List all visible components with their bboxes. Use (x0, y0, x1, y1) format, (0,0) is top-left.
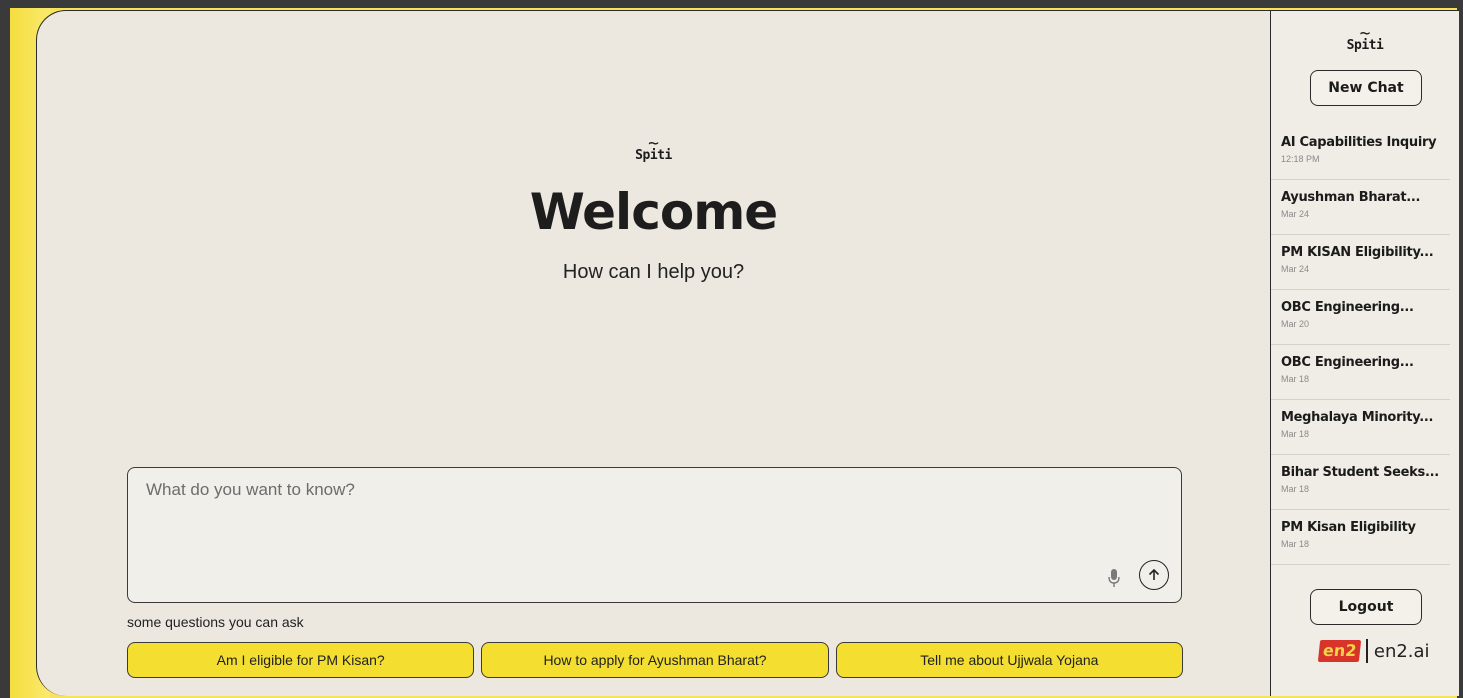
en2-brand[interactable]: en2 en2.ai (1317, 639, 1430, 663)
chat-history-list: AI Capabilities Inquiry 12:18 PM Ayushma… (1271, 125, 1459, 565)
chat-history-item[interactable]: AI Capabilities Inquiry 12:18 PM (1271, 125, 1450, 180)
logo-word: Spiti (1346, 38, 1384, 53)
chat-history-item[interactable]: Ayushman Bharat... Mar 24 (1271, 180, 1450, 235)
main-panel: ~ Spiti Welcome How can I help you? What… (36, 10, 1270, 696)
chat-title: OBC Engineering... (1281, 355, 1414, 370)
chat-history-item[interactable]: PM Kisan Eligibility Mar 18 (1271, 510, 1450, 565)
en2-link-text: en2.ai (1373, 640, 1430, 662)
chat-history-item[interactable]: OBC Engineering... Mar 20 (1271, 290, 1450, 345)
chat-date: Mar 24 (1281, 264, 1310, 274)
brand-logo: ~ Spiti (37, 135, 1270, 163)
chat-title: Bihar Student Seeks... (1281, 465, 1439, 480)
chat-date: Mar 24 (1281, 209, 1310, 219)
arrow-up-icon (1148, 568, 1160, 580)
chat-date: 12:18 PM (1281, 154, 1320, 164)
chat-date: Mar 18 (1281, 539, 1310, 549)
page-title: Welcome (529, 183, 778, 241)
spiti-logo: ~ Spiti (635, 135, 672, 163)
spiti-logo: ~ Spiti (1346, 25, 1384, 53)
chat-title: PM KISAN Eligibility... (1281, 245, 1434, 260)
page-subtitle: How can I help you? (562, 261, 745, 283)
chat-title: OBC Engineering... (1281, 300, 1414, 315)
chat-title: PM Kisan Eligibility (1281, 520, 1416, 535)
suggestions-hint: some questions you can ask (127, 614, 304, 630)
suggestion-button[interactable]: How to apply for Ayushman Bharat? (481, 642, 829, 678)
new-chat-button[interactable]: New Chat (1310, 70, 1422, 106)
chat-date: Mar 18 (1281, 484, 1310, 494)
chat-title: AI Capabilities Inquiry (1281, 135, 1437, 150)
suggestion-row: Am I eligible for PM Kisan? How to apply… (127, 642, 1183, 678)
chat-history-item[interactable]: OBC Engineering... Mar 18 (1271, 345, 1450, 400)
chat-history-item[interactable]: Bihar Student Seeks... Mar 18 (1271, 455, 1450, 510)
chat-title: Meghalaya Minority... (1281, 410, 1434, 425)
chat-date: Mar 18 (1281, 374, 1310, 384)
chat-date: Mar 20 (1281, 319, 1310, 329)
sidebar-logo: ~ Spiti (1271, 25, 1459, 53)
chat-date: Mar 18 (1281, 429, 1310, 439)
message-input[interactable] (128, 468, 1181, 602)
sidebar: ~ Spiti New Chat AI Capabilities Inquiry… (1270, 10, 1459, 696)
microphone-icon[interactable] (1107, 568, 1121, 588)
logo-word: Spiti (635, 148, 672, 163)
composer (127, 467, 1182, 603)
en2-logo-icon: en2 (1317, 640, 1362, 662)
chat-history-item[interactable]: PM KISAN Eligibility... Mar 24 (1271, 235, 1450, 290)
divider (1366, 639, 1368, 663)
suggestion-button[interactable]: Tell me about Ujjwala Yojana (835, 642, 1183, 678)
chat-title: Ayushman Bharat... (1281, 190, 1421, 205)
chat-history-item[interactable]: Meghalaya Minority... Mar 18 (1271, 400, 1450, 455)
send-button[interactable] (1139, 560, 1169, 590)
suggestion-button[interactable]: Am I eligible for PM Kisan? (127, 642, 475, 678)
app-frame: ~ Spiti Welcome How can I help you? What… (8, 8, 1459, 698)
logout-button[interactable]: Logout (1310, 589, 1422, 625)
